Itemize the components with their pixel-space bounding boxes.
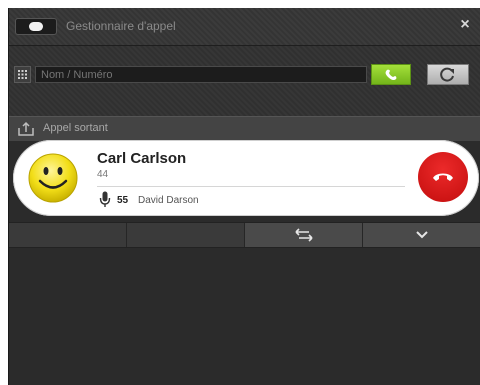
chevron-down-icon — [416, 231, 428, 239]
action-slot-2[interactable] — [127, 223, 245, 247]
phone-icon — [385, 69, 397, 81]
refresh-button[interactable] — [427, 64, 469, 85]
divider — [97, 186, 405, 187]
search-input[interactable] — [35, 66, 367, 83]
toggle-icon[interactable] — [15, 18, 57, 35]
caller-name: Carl Carlson — [97, 150, 187, 167]
call-action-bar — [9, 222, 480, 248]
search-row — [9, 46, 480, 116]
transfer-button[interactable] — [245, 223, 363, 247]
action-slot-1[interactable] — [9, 223, 127, 247]
outgoing-call-header: Appel sortant — [9, 116, 480, 141]
peer-number: 55 — [117, 195, 129, 206]
section-label: Appel sortant — [43, 122, 108, 134]
expand-button[interactable] — [363, 223, 480, 247]
title-bar: Gestionnaire d'appel × — [9, 8, 480, 46]
caller-number: 44 — [97, 169, 109, 180]
call-manager-window: Gestionnaire d'appel × Nom / Numéro Appe… — [8, 8, 480, 385]
call-button[interactable] — [371, 64, 411, 85]
hangup-icon — [433, 173, 453, 181]
peer-name: David Darson — [138, 195, 199, 206]
active-call-card[interactable]: Carl Carlson 44 55 David Darson — [13, 140, 479, 216]
transfer-icon — [295, 228, 313, 242]
outgoing-call-icon — [18, 121, 34, 136]
window-title: Gestionnaire d'appel — [66, 19, 176, 33]
content-area — [9, 248, 480, 385]
hangup-button[interactable] — [418, 152, 468, 202]
microphone-icon — [99, 191, 111, 207]
dialpad-icon[interactable] — [14, 66, 31, 83]
refresh-icon — [440, 67, 454, 82]
close-icon[interactable]: × — [455, 15, 475, 35]
smiley-icon — [28, 153, 78, 203]
